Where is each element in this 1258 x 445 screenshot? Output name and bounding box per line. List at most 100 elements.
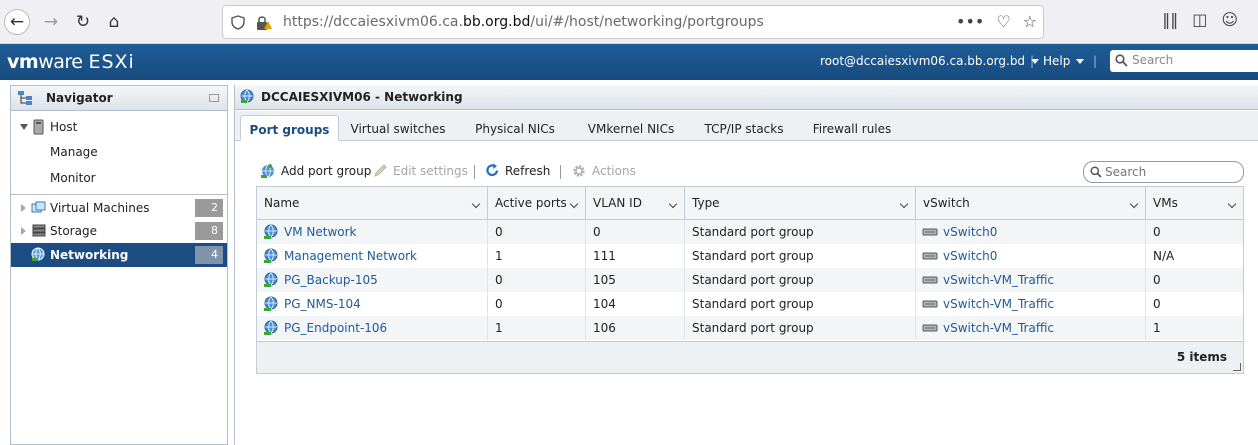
user-menu[interactable]: root@dccaiesxivm06.ca.bb.org.bd (820, 54, 1040, 68)
chevron-down-icon[interactable] (471, 199, 481, 209)
tab-port-groups[interactable]: Port groups (240, 115, 339, 141)
sidebar-item-networking[interactable]: Networking 4 (11, 243, 227, 267)
back-arrow-icon[interactable]: ← (4, 9, 30, 35)
chevron-down-icon[interactable] (1129, 199, 1139, 209)
vm-count-badge: 2 (195, 199, 223, 217)
help-menu[interactable]: Help (1043, 54, 1085, 68)
cell-active-text: 0 (495, 297, 503, 311)
tab-vmkernel-nics[interactable]: VMkernel NICs (583, 115, 679, 141)
cell-vswitch[interactable]: vSwitch-VM_Traffic (916, 268, 1146, 292)
bookmark-star-icon[interactable]: ☆ (1023, 12, 1037, 31)
expand-triangle-icon[interactable] (21, 204, 26, 212)
vswitch-icon (922, 252, 938, 260)
account-icon[interactable]: ☺ (1221, 10, 1238, 29)
cell-name[interactable]: PG_Endpoint-106 (257, 316, 488, 340)
reload-icon[interactable]: ↻ (70, 9, 96, 35)
cell-name[interactable]: VM Network (257, 220, 488, 244)
cell-vswitch[interactable]: vSwitch-VM_Traffic (916, 316, 1146, 340)
table-row[interactable]: VM Network 0 0 Standard port group vSwitch0 0 (257, 220, 1243, 244)
gear-icon (573, 165, 585, 177)
tab-physical-nics[interactable]: Physical NICs (471, 115, 559, 141)
url-bar[interactable]: https://dccaiesxivm06.ca.bb.org.bd/ui/#/… (222, 5, 1044, 39)
menu-icon[interactable] (1252, 10, 1258, 29)
column-header-vswitch[interactable]: vSwitch (916, 187, 1146, 220)
cell-name-text[interactable]: PG_Endpoint-106 (284, 321, 387, 335)
home-icon[interactable]: ⌂ (101, 9, 127, 35)
library-icon[interactable]: ‖‖ (1162, 10, 1178, 29)
cell-vms: N/A (1146, 244, 1243, 268)
cell-vswitch-text[interactable]: vSwitch0 (943, 225, 997, 239)
cell-active-text: 0 (495, 225, 503, 239)
chevron-down-icon[interactable] (668, 199, 678, 209)
cell-vswitch-text[interactable]: vSwitch-VM_Traffic (943, 297, 1054, 311)
lock-warning-icon[interactable] (256, 15, 272, 31)
expand-triangle-icon[interactable] (21, 227, 26, 235)
tab-virtual-switches[interactable]: Virtual switches (347, 115, 449, 141)
cell-vswitch-text[interactable]: vSwitch0 (943, 249, 997, 263)
add-port-group-button[interactable]: Add port group (260, 163, 371, 179)
cell-vswitch-text[interactable]: vSwitch-VM_Traffic (943, 321, 1054, 335)
cell-vswitch[interactable]: vSwitch0 (916, 220, 1146, 244)
url-text[interactable]: https://dccaiesxivm06.ca.bb.org.bd/ui/#/… (283, 14, 764, 30)
more-icon[interactable]: ••• (956, 12, 984, 31)
cell-vswitch[interactable]: vSwitch-VM_Traffic (916, 292, 1146, 316)
tab-firewall-rules[interactable]: Firewall rules (812, 115, 892, 141)
navigator-title: Navigator (11, 86, 227, 111)
networking-globe-icon (240, 89, 254, 103)
table-header: Name Active ports VLAN ID Type vSwitch V… (257, 187, 1243, 220)
tab-tcpip-stacks[interactable]: TCP/IP stacks (702, 115, 786, 141)
cell-name[interactable]: Management Network (257, 244, 488, 268)
header-search-input[interactable]: Search (1110, 50, 1258, 72)
page-title: DCCAIESXIVM06 - Networking (235, 85, 1258, 110)
cell-name-text[interactable]: PG_Backup-105 (284, 273, 378, 287)
cell-vswitch-text[interactable]: vSwitch-VM_Traffic (943, 273, 1054, 287)
pocket-icon[interactable]: ♡ (996, 12, 1010, 31)
refresh-button[interactable]: Refresh (485, 163, 550, 178)
cell-active-text: 1 (495, 321, 503, 335)
virtual-machines-icon (31, 201, 46, 213)
forward-arrow-icon[interactable]: → (38, 9, 64, 35)
shield-icon[interactable] (231, 15, 245, 30)
column-header-vms[interactable]: VMs (1146, 187, 1243, 220)
actions-button[interactable]: Actions (571, 163, 636, 179)
table-row[interactable]: PG_Backup-105 0 105 Standard port group vSwi… (257, 268, 1243, 292)
chevron-down-icon[interactable] (1227, 199, 1237, 209)
cell-vswitch[interactable]: vSwitch0 (916, 244, 1146, 268)
chevron-down-icon[interactable] (569, 199, 579, 209)
toolbar-separator (474, 165, 475, 179)
search-icon (1090, 166, 1102, 178)
column-header-active-ports[interactable]: Active ports (488, 187, 586, 220)
column-header-name[interactable]: Name (257, 187, 488, 220)
cell-name-text[interactable]: Management Network (284, 249, 417, 263)
chevron-down-icon[interactable] (899, 199, 909, 209)
sidebar-item-manage[interactable]: Manage (11, 140, 227, 164)
cell-name[interactable]: PG_Backup-105 (257, 268, 488, 292)
cell-name-text[interactable]: PG_NMS-104 (284, 297, 361, 311)
expand-triangle-icon[interactable] (20, 124, 28, 130)
sidebar-item-monitor[interactable]: Monitor (11, 166, 227, 190)
esxi-header: vmware ESXi root@dccaiesxivm06.ca.bb.org.… (0, 44, 1258, 80)
column-header-type[interactable]: Type (685, 187, 916, 220)
cell-name[interactable]: PG_NMS-104 (257, 292, 488, 316)
cell-vms: 1 (1146, 316, 1243, 340)
port-group-search-input[interactable]: Search (1083, 161, 1244, 183)
port-group-icon (264, 296, 278, 311)
table-row[interactable]: PG_NMS-104 0 104 Standard port group vSwitch… (257, 292, 1243, 316)
minimize-icon[interactable] (209, 94, 219, 102)
column-header-vlan-id[interactable]: VLAN ID (586, 187, 685, 220)
sidebar-item-storage[interactable]: Storage 8 (11, 219, 227, 243)
vswitch-icon (922, 276, 938, 284)
item-count: 5 items (1176, 350, 1227, 364)
sidebar-icon[interactable]: ◫ (1192, 10, 1207, 29)
cell-type-text: Standard port group (692, 297, 814, 311)
sidebar-item-host[interactable]: Host (11, 115, 227, 139)
table-row[interactable]: Management Network 1 111 Standard port grou… (257, 244, 1243, 268)
storage-icon (32, 224, 46, 237)
sidebar-item-virtual-machines[interactable]: Virtual Machines 2 (11, 196, 227, 220)
table-row[interactable]: PG_Endpoint-106 1 106 Standard port group vS… (257, 316, 1243, 340)
edit-settings-button[interactable]: Edit settings (373, 163, 468, 178)
cell-active: 1 (488, 244, 586, 268)
header-separator: | (1030, 54, 1035, 68)
resize-grip-icon[interactable] (1233, 363, 1241, 371)
cell-name-text[interactable]: VM Network (284, 225, 356, 239)
